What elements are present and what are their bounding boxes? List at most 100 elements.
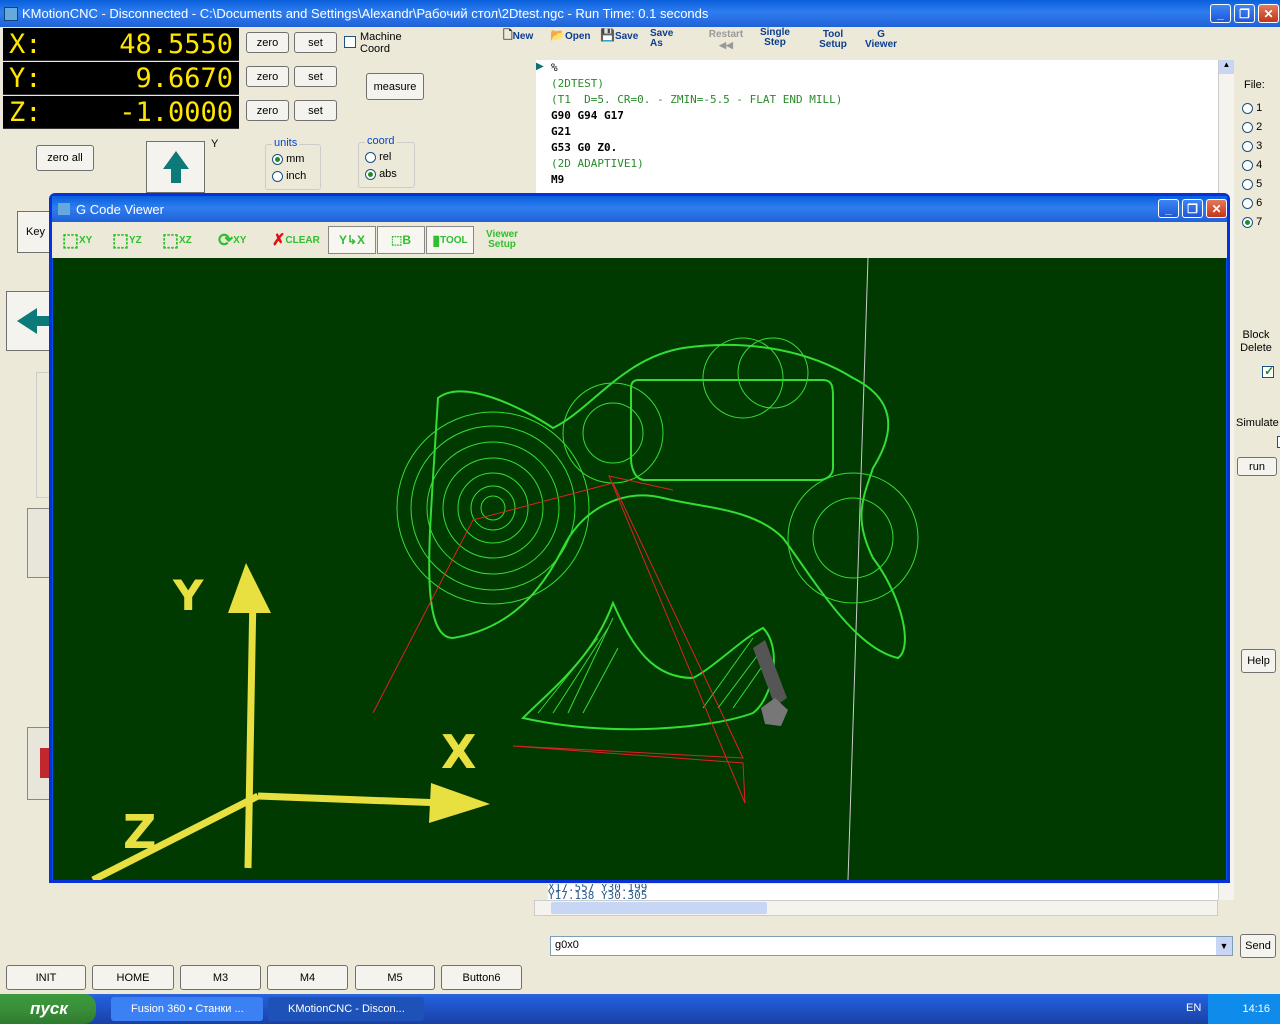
clear-button[interactable]: ✗ CLEAR [272, 226, 320, 254]
set-y-button[interactable]: set [294, 66, 337, 87]
send-button[interactable]: Send [1240, 934, 1276, 958]
viewer-maximize-button[interactable]: ❐ [1182, 199, 1203, 218]
viewer-canvas[interactable]: Y X Z [53, 258, 1226, 880]
toolbar-open[interactable]: 📂Open [550, 29, 595, 42]
machine-coord-label: Machine Coord [360, 31, 402, 55]
toolbar-save-as[interactable]: Save As [650, 29, 692, 49]
minimize-button[interactable]: _ [1210, 4, 1231, 23]
init-button[interactable]: INIT [6, 965, 86, 990]
start-label: пуск [30, 999, 68, 1018]
machine-coord-checkbox[interactable] [344, 36, 356, 49]
toolbar-tool-setup[interactable]: Tool Setup [812, 30, 854, 50]
dro-axis-label: Y: [9, 62, 42, 94]
radio-abs[interactable] [365, 168, 376, 180]
run-button[interactable]: run [1237, 457, 1277, 476]
file-option-3[interactable]: 3 [1242, 140, 1262, 159]
toolbar-tool-setup-label: Tool Setup [819, 29, 847, 50]
partial-button[interactable] [27, 508, 51, 578]
set-x-button[interactable]: set [294, 32, 337, 53]
code-line: Y17.138 Y30.305 [548, 889, 648, 900]
file-option-6[interactable]: 6 [1242, 197, 1262, 216]
radio-file[interactable] [1242, 178, 1253, 190]
code-line: (2DTEST) [551, 77, 604, 90]
arrow-left-icon [17, 308, 49, 334]
m3-button[interactable]: M3 [180, 965, 261, 990]
radio-file[interactable] [1242, 121, 1253, 133]
jog-y-plus-button[interactable] [146, 141, 205, 193]
scroll-up-icon[interactable]: ▲ [1219, 60, 1234, 74]
file-option-2[interactable]: 2 [1242, 121, 1262, 140]
zero-x-button[interactable]: zero [246, 32, 289, 53]
radio-file[interactable] [1242, 140, 1253, 152]
radio-file[interactable] [1242, 197, 1253, 209]
toolbar-single-step[interactable]: Single Step [753, 28, 797, 48]
gcode-tail: X17.557 Y30.199 Y17.138 Y30.305 [548, 884, 1218, 900]
hscroll-thumb[interactable] [551, 902, 767, 914]
code-line: X17.557 Y30.199 [548, 884, 648, 894]
key-button[interactable]: Key [17, 211, 53, 253]
viewer-close-button[interactable]: ✕ [1206, 199, 1227, 218]
view-xz-button[interactable]: ⬚ XZ [162, 226, 192, 254]
viewer-minimize-button[interactable]: _ [1158, 199, 1179, 218]
file-option-1[interactable]: 1 [1242, 102, 1262, 121]
toolbar-new[interactable]: 🗋New [503, 29, 543, 42]
code-hscrollbar[interactable] [534, 900, 1218, 916]
home-button[interactable]: HOME [92, 965, 174, 990]
dropdown-arrow-icon[interactable]: ▼ [1216, 937, 1232, 955]
toolbar-save[interactable]: 💾Save [600, 29, 642, 42]
window-title: KMotionCNC - Disconnected - C:\Documents… [22, 6, 709, 21]
zero-y-button[interactable]: zero [246, 66, 289, 87]
close-button[interactable]: ✕ [1258, 4, 1279, 23]
toolbar-restart[interactable]: Restart ◀◀ [706, 30, 746, 51]
toolbar-g-viewer[interactable]: G Viewer [860, 30, 902, 50]
block-delete-checkbox[interactable] [1262, 364, 1274, 379]
file-title: File: [1244, 79, 1265, 91]
language-indicator[interactable]: EN [1186, 1002, 1201, 1014]
m4-button[interactable]: M4 [267, 965, 348, 990]
radio-file[interactable] [1242, 159, 1253, 171]
gcode-editor[interactable]: % (2DTEST) (T1 D=5. CR=0. - ZMIN=-5.5 - … [548, 60, 1218, 195]
mdi-input[interactable]: g0x0 ▼ [550, 936, 1233, 956]
dro-z: Z: -1.0000 [3, 96, 239, 129]
file-option-4[interactable]: 4 [1242, 159, 1262, 178]
file-option-label: 7 [1256, 216, 1263, 228]
coord-rel-option[interactable]: rel [365, 151, 391, 163]
radio-file[interactable] [1242, 102, 1253, 114]
measure-button[interactable]: measure [366, 73, 424, 100]
units-mm-option[interactable]: mm [272, 153, 304, 165]
help-button[interactable]: Help [1241, 649, 1276, 673]
taskbar-item-kmotion[interactable]: KMotionCNC - Discon... [268, 997, 424, 1021]
axis-y-label: Y [172, 571, 204, 620]
maximize-button[interactable]: ❐ [1234, 4, 1255, 23]
box-toggle-button[interactable]: ⬚B [377, 226, 425, 254]
radio-inch[interactable] [272, 170, 283, 182]
taskbar-item-label: Fusion 360 • Станки ... [131, 1003, 244, 1015]
jog-x-minus-button[interactable] [6, 291, 52, 351]
taskbar-item-fusion[interactable]: Fusion 360 • Станки ... [111, 997, 263, 1021]
rotate-xy-button[interactable]: ⟳ XY [218, 226, 246, 254]
file-option-7[interactable]: 7 [1242, 216, 1262, 235]
partial-stop-button[interactable] [27, 727, 54, 800]
units-inch-option[interactable]: inch [272, 170, 306, 182]
zero-all-button[interactable]: zero all [36, 145, 94, 171]
set-z-button[interactable]: set [294, 100, 337, 121]
taskbar-item-label: KMotionCNC - Discon... [288, 1003, 405, 1015]
view-xy-button[interactable]: ⬚ XY [62, 226, 92, 254]
toolpath-svg[interactable]: Y X Z [53, 258, 1226, 880]
axes-toggle-button[interactable]: Y↳X [328, 226, 376, 254]
radio-rel[interactable] [365, 151, 376, 163]
coord-abs-option[interactable]: abs [365, 168, 397, 180]
jog-y-label: Y [211, 138, 219, 150]
tool-toggle-button[interactable]: ▮ TOOL [426, 226, 474, 254]
radio-mm[interactable] [272, 153, 283, 165]
system-tray: 14:16 [1208, 994, 1280, 1024]
view-yz-button[interactable]: ⬚ YZ [112, 226, 142, 254]
toolbar-save-as-label: Save As [650, 28, 674, 49]
start-button[interactable]: пуск [0, 994, 96, 1024]
zero-z-button[interactable]: zero [246, 100, 289, 121]
viewer-setup-button[interactable]: Viewer Setup [486, 226, 518, 254]
m5-button[interactable]: M5 [355, 965, 435, 990]
radio-file[interactable] [1242, 216, 1253, 228]
button6[interactable]: Button6 [441, 965, 522, 990]
file-option-5[interactable]: 5 [1242, 178, 1262, 197]
